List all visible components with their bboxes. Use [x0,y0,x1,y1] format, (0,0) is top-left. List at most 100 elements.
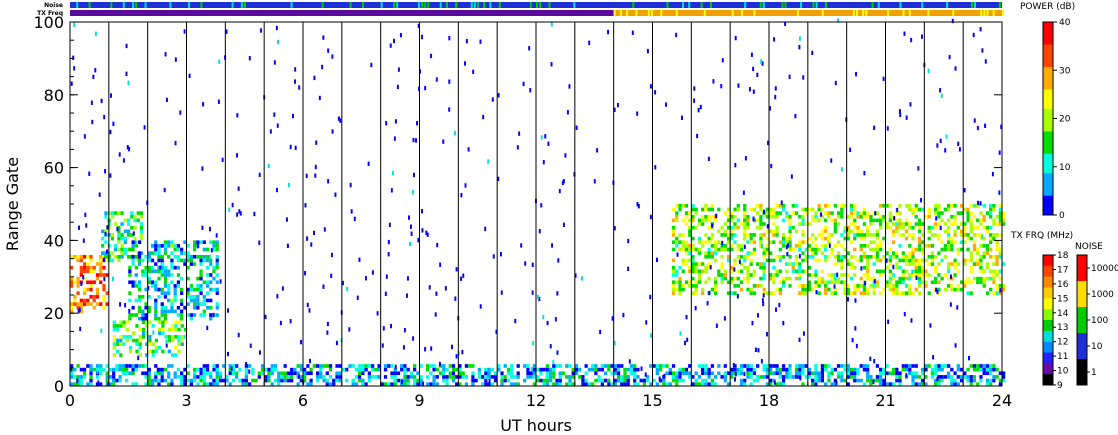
echo-cell [866,229,870,234]
echo-cell [82,371,87,376]
echo-cell [89,371,93,376]
echo-cell [956,247,960,252]
scatter-cell [752,66,755,72]
echo-cell [403,382,407,386]
noise-colorbar-tick-label: 10000 [1091,264,1118,274]
echo-cell [158,345,162,350]
scatter-cell [549,344,552,349]
scatter-cell [412,336,415,341]
echo-cell [911,291,915,295]
echo-cell [772,273,776,277]
echo-cell [409,371,414,376]
echo-cell [126,222,131,226]
echo-cell [710,378,714,383]
echo-cell [112,367,116,372]
echo-cell [995,367,999,372]
echo-cell [788,284,792,288]
echo-cell [102,265,106,270]
echo-cell [791,247,795,252]
echo-cell [180,309,184,314]
echo-cell [701,222,705,226]
echo-cell [681,378,685,383]
echo-cell [840,211,844,215]
scatter-cell [954,66,957,71]
echo-cell [840,262,844,266]
scatter-cell [119,302,122,307]
echo-cell [432,382,436,386]
y-tick-label: 80 [44,86,64,105]
echo-cell [173,265,177,270]
echo-cell [202,258,206,263]
echo-cell [154,309,158,314]
power-colorbar-cell [1043,38,1053,42]
echo-cell [752,247,757,252]
echo-cell [160,287,164,292]
scatter-cell [228,207,231,212]
echo-cell [73,280,77,285]
echo-cell [930,371,935,376]
echo-cell [325,371,329,376]
echo-cell [756,284,760,288]
echo-cell [969,254,973,259]
echo-cell [830,218,834,223]
echo-cell [811,214,815,219]
power-colorbar-cell [1043,50,1053,55]
echo-cell [86,269,90,274]
echo-cell [115,342,120,346]
echo-cell [218,378,223,383]
echo-cell [442,371,446,376]
echo-cell [620,378,624,383]
scatter-cell [778,302,781,308]
echo-cell [914,371,918,376]
echo-cell [157,247,161,252]
echo-cell [487,375,491,379]
echo-cell [597,375,601,379]
echo-cell [888,371,892,376]
echo-cell [908,207,912,212]
echo-cell [895,291,899,295]
echo-cell [675,240,679,245]
echo-cell [115,338,120,343]
echo-cell [101,244,105,248]
echo-cell [135,338,139,343]
scatter-cell [72,55,75,60]
echo-cell [141,335,146,339]
echo-cell [966,378,970,383]
scatter-cell [636,111,639,116]
echo-cell [694,247,698,252]
echo-cell [992,276,996,281]
scatter-cell [353,216,356,222]
scatter-cell [465,38,468,44]
echo-cell [160,305,164,310]
echo-cell [286,375,291,379]
echo-cell [743,222,747,226]
echo-cell [131,254,135,259]
scatter-cell [733,267,736,272]
echo-cell [879,382,883,386]
echo-cell [824,280,828,285]
echo-cell [180,287,184,292]
echo-cell [720,265,724,270]
echo-cell [176,244,181,248]
echo-cell [95,262,100,266]
echo-cell [746,251,750,255]
echo-cell [578,367,582,372]
echo-cell [849,367,854,372]
txfrq-speckle [908,10,911,16]
echo-cell [985,367,990,372]
scatter-cell [417,237,420,243]
echo-cell [383,382,388,386]
echo-cell [678,378,682,383]
scatter-cell [106,225,109,230]
echo-cell [937,367,941,372]
echo-cell [173,375,177,379]
echo-cell [982,367,986,372]
echo-cell [154,378,158,383]
echo-cell [383,364,388,368]
echo-cell [390,375,394,379]
echo-cell [989,371,993,376]
scatter-cell [654,90,657,95]
echo-cell [849,262,854,266]
scatter-cell [462,273,465,278]
echo-cell [785,236,789,241]
